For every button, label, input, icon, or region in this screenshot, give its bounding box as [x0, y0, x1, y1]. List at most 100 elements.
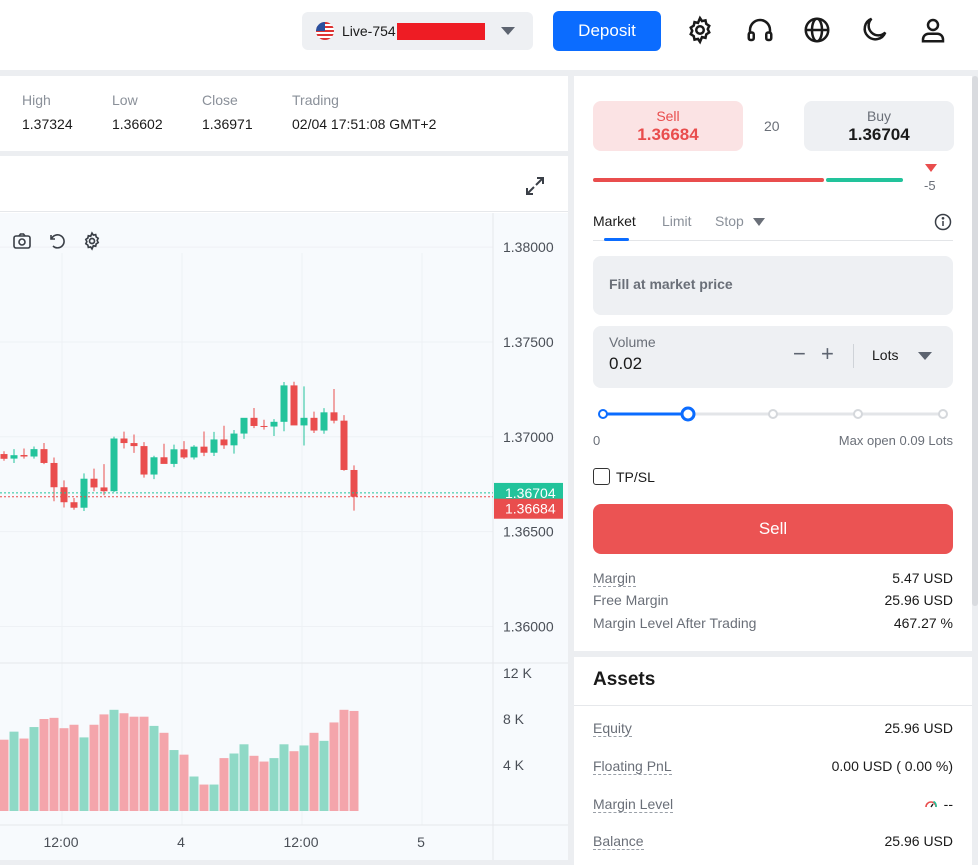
slider-tick[interactable]	[938, 409, 948, 419]
top-bar: Live-754 Deposit	[0, 0, 978, 70]
equity-row: Equity 25.96 USD	[593, 720, 953, 740]
volume-bar	[299, 745, 309, 811]
margin-value: 5.47 USD	[892, 570, 953, 586]
candle-body	[160, 457, 168, 464]
chevron-down-icon[interactable]	[918, 352, 932, 360]
volume-bar	[289, 751, 299, 811]
order-panel: Sell 1.36684 20 Buy 1.36704 -5 Market Li…	[574, 76, 972, 651]
candlestick-chart[interactable]: 1.36704 1.36684 1.38000 1.37500 1.37000 1.36…	[0, 213, 568, 860]
candle-body	[20, 455, 28, 457]
volume-bar	[209, 784, 219, 811]
camera-icon[interactable]	[12, 232, 32, 250]
candle-body	[120, 438, 128, 444]
candle-body	[280, 385, 288, 422]
volume-decrease-button[interactable]: −	[793, 343, 806, 365]
candle-body	[10, 455, 18, 459]
chart-panel: 1.36704 1.36684 1.38000 1.37500 1.37000 1.36…	[0, 156, 568, 860]
time-tick-label: 4	[177, 834, 185, 850]
info-icon[interactable]	[934, 213, 952, 231]
margin-level-after-value: 467.27 %	[893, 615, 953, 631]
stop-dropdown-icon[interactable]	[753, 218, 765, 226]
margin-row: Margin 5.47 USD	[593, 570, 953, 590]
tab-stop[interactable]: Stop	[715, 213, 744, 229]
volume-bar	[39, 719, 49, 811]
candle-body	[30, 449, 38, 457]
margin-level-after-row: Margin Level After Trading 467.27 %	[593, 615, 953, 635]
globe-icon[interactable]	[801, 14, 833, 46]
assets-title: Assets	[593, 669, 656, 690]
slider-tick[interactable]	[768, 409, 778, 419]
candle-body	[70, 502, 78, 508]
price-down-icon	[925, 164, 937, 172]
buy-quote-button[interactable]: Buy 1.36704	[804, 101, 954, 151]
volume-bar	[339, 709, 349, 811]
volume-bar	[99, 714, 109, 811]
unit-selector[interactable]: Lots	[872, 347, 898, 363]
volume-input[interactable]	[609, 354, 729, 374]
candle-body	[340, 420, 348, 470]
ask-price-label: 1.36704	[505, 485, 556, 501]
balance-label[interactable]: Balance	[593, 833, 644, 850]
margin-label[interactable]: Margin	[593, 570, 636, 587]
candle-body	[180, 449, 188, 458]
candle-body	[230, 433, 238, 446]
candle-body	[100, 487, 108, 492]
volume-label: Volume	[609, 334, 656, 350]
price-tick-label: 1.37000	[503, 429, 554, 445]
assets-divider	[574, 705, 972, 706]
candle-body	[190, 446, 198, 458]
assets-panel: Assets Equity 25.96 USD Floating PnL 0.0…	[574, 657, 972, 865]
us-flag-icon	[316, 22, 334, 40]
candle-body	[220, 439, 228, 446]
tab-limit[interactable]: Limit	[662, 213, 692, 229]
margin-level-after-label: Margin Level After Trading	[593, 615, 757, 631]
tab-market[interactable]: Market	[593, 213, 636, 229]
equity-label[interactable]: Equity	[593, 720, 632, 737]
floating-pnl-label[interactable]: Floating PnL	[593, 758, 672, 775]
expand-icon[interactable]	[523, 174, 547, 198]
volume-tick-label: 4 K	[503, 757, 525, 773]
volume-bar	[119, 713, 129, 811]
sell-quote-button[interactable]: Sell 1.36684	[593, 101, 743, 151]
chart-settings-icon[interactable]	[82, 231, 102, 251]
volume-separator	[853, 344, 854, 368]
sell-button[interactable]: Sell	[593, 504, 953, 554]
stat-low: Low 1.36602	[112, 92, 163, 132]
spread-value: 20	[764, 118, 780, 134]
volume-bar	[179, 754, 189, 811]
price-tick-label: 1.36000	[503, 618, 554, 634]
volume-bar	[109, 709, 119, 811]
candle-body	[330, 412, 338, 421]
margin-level-label[interactable]: Margin Level	[593, 796, 674, 813]
margin-level-text: --	[943, 796, 953, 812]
candle-body	[60, 487, 68, 503]
headset-icon[interactable]	[744, 14, 776, 46]
slider-handle[interactable]	[680, 406, 696, 422]
volume-bar	[89, 724, 99, 811]
candle-body	[0, 454, 8, 459]
gear-icon[interactable]	[684, 14, 716, 46]
volume-field[interactable]: Volume − + Lots	[593, 326, 953, 388]
volume-bar	[349, 710, 359, 811]
reset-icon[interactable]	[47, 231, 67, 251]
tpsl-checkbox[interactable]	[593, 468, 610, 485]
volume-bar	[19, 738, 29, 811]
moon-icon[interactable]	[858, 14, 890, 46]
chart-svg[interactable]: 1.367041.36684 1.38000 1.37500 1.37000 1.36…	[0, 213, 568, 860]
volume-increase-button[interactable]: +	[821, 343, 834, 365]
margin-level-value: --	[924, 796, 953, 812]
deposit-button[interactable]: Deposit	[553, 11, 661, 51]
user-icon[interactable]	[917, 14, 949, 46]
volume-bar	[319, 740, 329, 811]
slider-tick[interactable]	[598, 409, 608, 419]
volume-slider[interactable]	[593, 406, 953, 422]
candle-body	[270, 421, 278, 427]
account-selector[interactable]: Live-754	[302, 12, 533, 50]
volume-bar	[229, 753, 239, 811]
volume-bar	[139, 716, 149, 811]
slider-tick[interactable]	[853, 409, 863, 419]
account-label: Live-754	[342, 23, 396, 39]
tpsl-toggle[interactable]: TP/SL	[593, 468, 655, 485]
scrollbar[interactable]	[972, 76, 978, 606]
candle-body	[240, 417, 248, 434]
